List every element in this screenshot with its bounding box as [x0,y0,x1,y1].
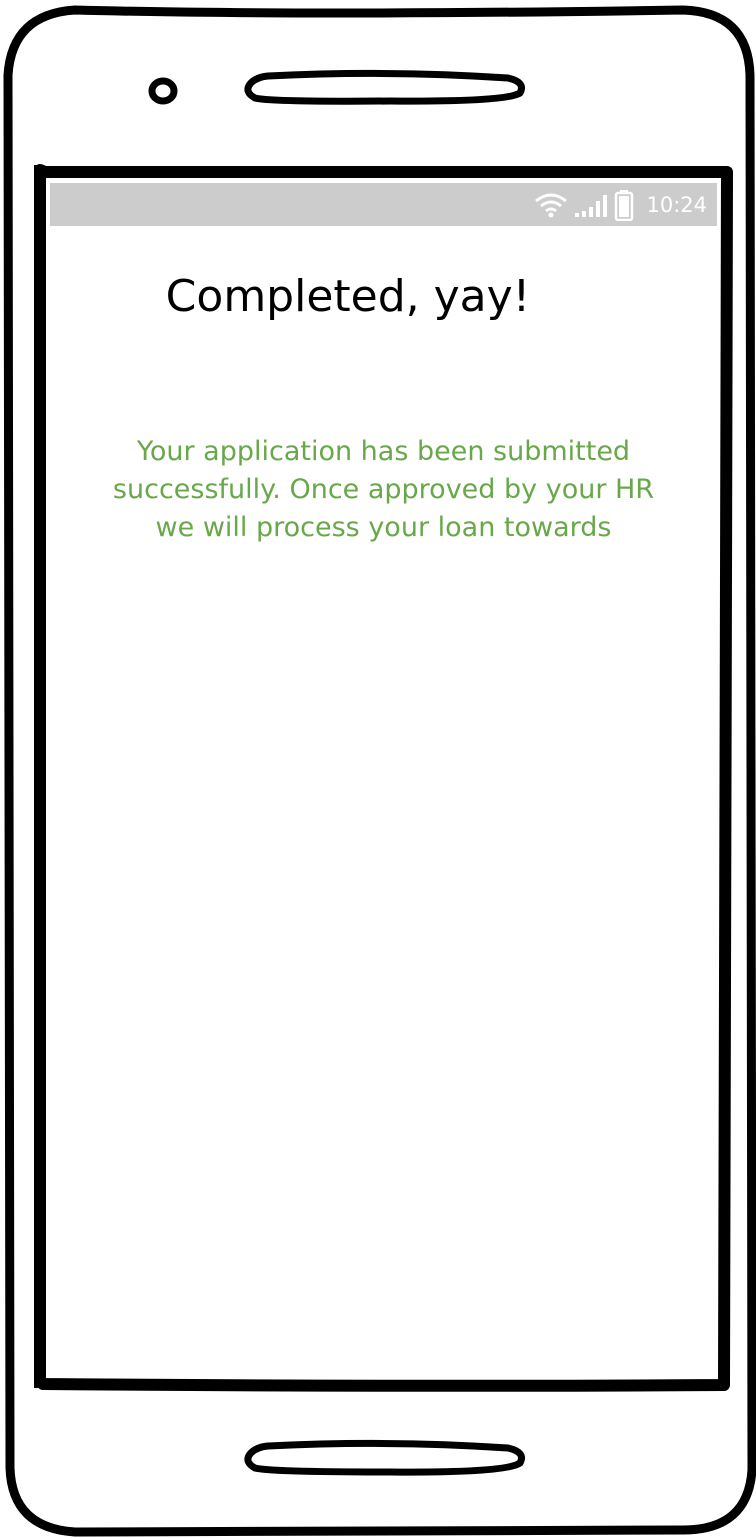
phone-screen: 10:24 Completed, yay! Your application h… [50,183,717,1371]
status-icons: 10:24 [534,183,707,226]
speaker-icon [244,69,525,105]
camera-icon [148,77,178,105]
signal-icon [575,194,608,217]
status-time: 10:24 [646,192,707,217]
confirmation-message: Your application has been submitted succ… [112,436,655,543]
page-title: Completed, yay! [165,271,531,322]
wifi-icon [535,193,568,217]
home-button[interactable] [244,1439,525,1476]
battery-icon [615,189,634,221]
status-bar: 10:24 [50,183,717,226]
